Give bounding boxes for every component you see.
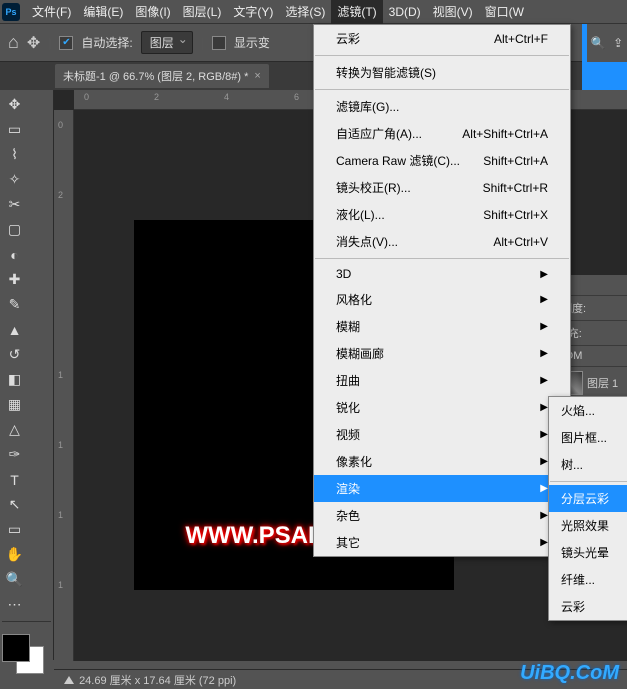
status-text: 24.69 厘米 x 17.64 厘米 (72 ppi)	[79, 675, 236, 687]
menu-entry[interactable]: 模糊画廊▶	[314, 340, 570, 367]
menu-entry[interactable]: 杂色▶	[314, 502, 570, 529]
menu-entry[interactable]: 锐化▶	[314, 394, 570, 421]
marquee-tool-icon[interactable]: ▭	[2, 117, 27, 142]
menu-entry[interactable]: 镜头校正(R)...Shift+Ctrl+R	[314, 174, 570, 201]
menu-entry[interactable]: 渲染▶	[314, 475, 570, 502]
magic-wand-tool-icon[interactable]: ✧	[2, 167, 27, 192]
menu-entry[interactable]: 转换为智能滤镜(S)	[314, 59, 570, 86]
menu-entry[interactable]: 云彩Alt+Ctrl+F	[314, 25, 570, 52]
document-tab-title: 未标题-1 @ 66.7% (图层 2, RGB/8#) *	[63, 68, 248, 84]
menu-item[interactable]: 文件(F)	[26, 0, 77, 24]
menu-separator	[550, 481, 627, 482]
menu-entry[interactable]: 扭曲▶	[314, 367, 570, 394]
brand-watermark: UiBQ.CoM	[520, 662, 619, 685]
menu-entry[interactable]: 模糊▶	[314, 313, 570, 340]
search-icon[interactable]: 🔍	[591, 36, 606, 50]
gradient-tool-icon[interactable]: ▦	[2, 392, 27, 417]
menu-separator	[315, 89, 569, 90]
menu-bar: Ps 文件(F)编辑(E)图像(I)图层(L)文字(Y)选择(S)滤镜(T)3D…	[0, 0, 627, 24]
menu-item[interactable]: 滤镜(T)	[331, 0, 382, 24]
menu-item[interactable]: 文字(Y)	[227, 0, 279, 24]
submenu-entry[interactable]: 纤维...	[549, 566, 627, 593]
submenu-entry[interactable]: 镜头光晕	[549, 539, 627, 566]
menu-item[interactable]: 图层(L)	[177, 0, 228, 24]
pen-tool-icon[interactable]: ✑	[2, 442, 27, 467]
eraser-tool-icon[interactable]: ◧	[2, 367, 27, 392]
show-transform-label: 显示变	[234, 34, 270, 51]
ruler-vertical: 0 2 1 1 1 1	[54, 110, 74, 661]
menu-entry[interactable]: 液化(L)...Shift+Ctrl+X	[314, 201, 570, 228]
color-swatches[interactable]	[2, 634, 51, 674]
menu-item[interactable]: 3D(D)	[383, 0, 427, 24]
path-tool-icon[interactable]: ↖	[2, 492, 27, 517]
submenu-entry[interactable]: 图片框...	[549, 424, 627, 451]
brush-tool-icon[interactable]: ✎	[2, 292, 27, 317]
menu-item[interactable]: 窗口(W	[479, 0, 530, 24]
menu-item[interactable]: 视图(V)	[427, 0, 479, 24]
filter-menu-dropdown: 云彩Alt+Ctrl+F 转换为智能滤镜(S) 滤镜库(G)...自适应广角(A).…	[313, 24, 571, 557]
auto-select-target[interactable]: 图层	[141, 31, 193, 54]
menu-entry[interactable]: 像素化▶	[314, 448, 570, 475]
lasso-tool-icon[interactable]: ⌇	[2, 142, 27, 167]
menu-item[interactable]: 图像(I)	[129, 0, 176, 24]
move-tool-icon[interactable]: ✥	[27, 33, 40, 53]
menu-entry[interactable]: 视频▶	[314, 421, 570, 448]
zoom-tool-icon[interactable]: 🔍	[2, 567, 27, 592]
submenu-entry[interactable]: 光照效果	[549, 512, 627, 539]
submenu-entry[interactable]: 火焰...	[549, 397, 627, 424]
share-icon[interactable]: ⇪	[613, 36, 623, 50]
render-submenu: 火焰...图片框...树... 分层云彩光照效果镜头光晕纤维...云彩	[548, 396, 627, 621]
toolbox: ✥ ▭ ⌇ ✧ ✂ ▢ ◐ ✚ ✎ ▲ ↺ ◧ ▦ △ ✑ T ↖ ▭ ✋ 🔍 …	[0, 90, 54, 660]
status-arrow-icon[interactable]	[64, 676, 74, 684]
submenu-entry[interactable]: 云彩	[549, 593, 627, 620]
menu-entry[interactable]: 滤镜库(G)...	[314, 93, 570, 120]
auto-select-checkbox[interactable]: ✔	[59, 36, 73, 50]
blur-tool-icon[interactable]: △	[2, 417, 27, 442]
menu-item[interactable]: 选择(S)	[279, 0, 331, 24]
menu-separator	[315, 55, 569, 56]
healing-tool-icon[interactable]: ✚	[2, 267, 27, 292]
submenu-entry[interactable]: 分层云彩	[549, 485, 627, 512]
menu-entry[interactable]: 消失点(V)...Alt+Ctrl+V	[314, 228, 570, 255]
app-icon: Ps	[2, 3, 20, 21]
hand-tool-icon[interactable]: ✋	[2, 542, 27, 567]
layer-name: 图层 1	[587, 375, 618, 391]
auto-select-label: 自动选择:	[81, 34, 132, 51]
foreground-swatch[interactable]	[2, 634, 30, 662]
frame-tool-icon[interactable]: ▢	[2, 217, 27, 242]
top-right-icons: 🔍 ⇪	[587, 24, 627, 62]
eyedropper-tool-icon[interactable]: ◐	[2, 242, 27, 267]
menu-entry[interactable]: 其它▶	[314, 529, 570, 556]
stamp-tool-icon[interactable]: ▲	[2, 317, 27, 342]
show-transform-checkbox[interactable]	[212, 36, 226, 50]
history-brush-tool-icon[interactable]: ↺	[2, 342, 27, 367]
document-tab[interactable]: 未标题-1 @ 66.7% (图层 2, RGB/8#) * ×	[55, 64, 269, 88]
menu-entry[interactable]: Camera Raw 滤镜(C)...Shift+Ctrl+A	[314, 147, 570, 174]
menu-entry[interactable]: 风格化▶	[314, 286, 570, 313]
type-tool-icon[interactable]: T	[2, 467, 27, 492]
move-tool-icon[interactable]: ✥	[2, 92, 27, 117]
more-tools-icon[interactable]: ⋯	[2, 592, 27, 617]
home-icon[interactable]: ⌂	[8, 32, 19, 53]
crop-tool-icon[interactable]: ✂	[2, 192, 27, 217]
close-icon[interactable]: ×	[254, 70, 260, 82]
menu-entry[interactable]: 自适应广角(A)...Alt+Shift+Ctrl+A	[314, 120, 570, 147]
menu-item[interactable]: 编辑(E)	[77, 0, 129, 24]
menu-entry[interactable]: 3D▶	[314, 262, 570, 286]
shape-tool-icon[interactable]: ▭	[2, 517, 27, 542]
menu-separator	[315, 258, 569, 259]
submenu-entry[interactable]: 树...	[549, 451, 627, 478]
